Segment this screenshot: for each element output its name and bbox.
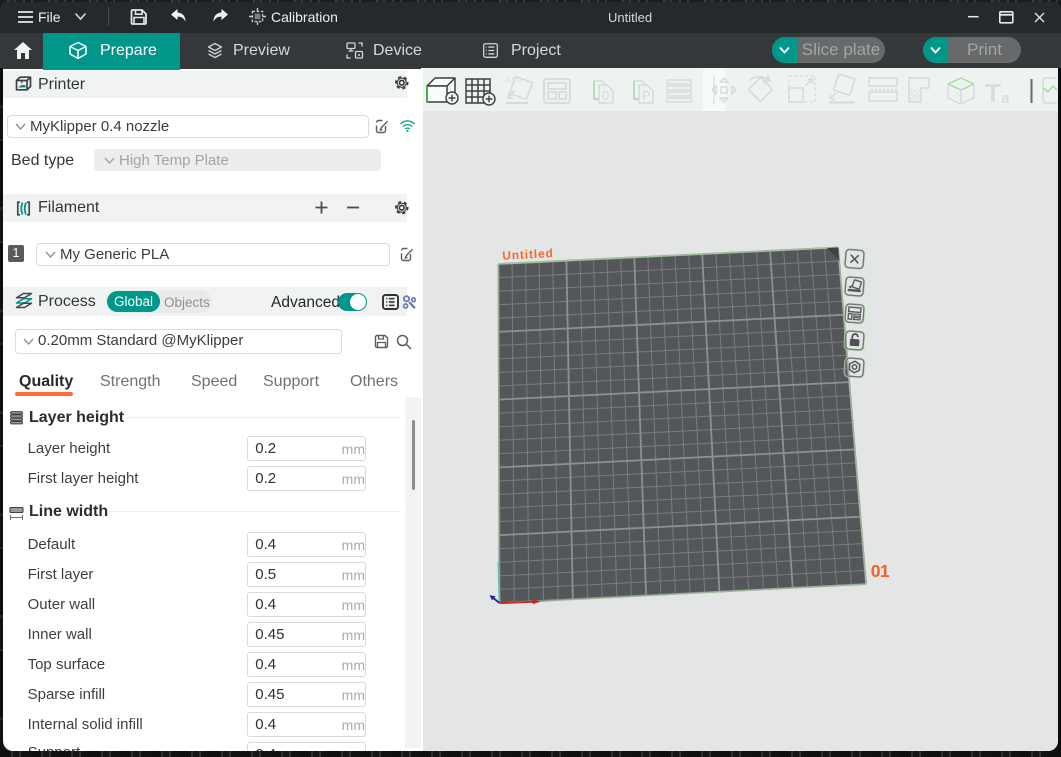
svg-text:AUTO: AUTO (505, 78, 522, 84)
svg-text:P: P (642, 88, 651, 103)
svg-text:a: a (1001, 90, 1010, 107)
svg-text:T: T (985, 78, 1001, 108)
svg-text:Untitled: Untitled (502, 246, 554, 263)
svg-text:0: 0 (602, 88, 609, 103)
svg-text:01: 01 (871, 561, 890, 581)
